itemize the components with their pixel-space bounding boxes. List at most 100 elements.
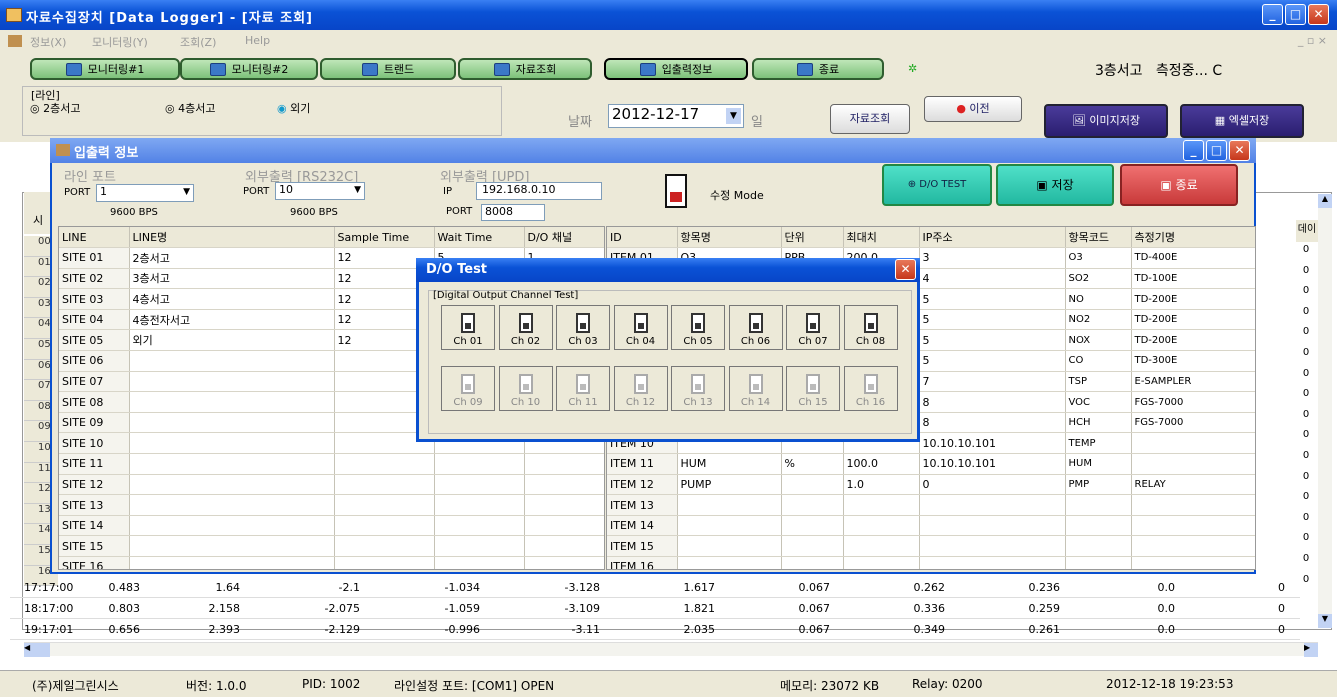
table-row[interactable]: SITE 13: [59, 494, 604, 516]
ext-rs-select[interactable]: 10 ▼: [275, 182, 365, 200]
data-row[interactable]: 18:17:00 0.803 2.158 -2.075 -1.059 -3.109 1.82…: [10, 599, 1300, 619]
do-channel-button[interactable]: Ch 04: [613, 305, 668, 350]
col-id[interactable]: ID: [607, 227, 678, 249]
io-save-button[interactable]: ▣ 저장: [996, 164, 1114, 206]
horizontal-scrollbar[interactable]: ◀ ▶: [24, 642, 1318, 657]
menu-help[interactable]: Help: [245, 34, 270, 47]
io-exit-button[interactable]: ▣ 종료: [1120, 164, 1238, 206]
do-channel-button[interactable]: Ch 14: [728, 366, 783, 411]
row-right-value: 0: [1302, 285, 1310, 297]
table-row[interactable]: ITEM 14: [607, 515, 1255, 537]
do-dialog-close-button[interactable]: ✕: [895, 259, 916, 280]
radio-2f[interactable]: ◎ 2층서고: [30, 100, 80, 116]
col-ip[interactable]: IP주소: [919, 227, 1066, 249]
line-port-select[interactable]: 1 ▼: [96, 184, 194, 202]
table-cell: SITE 06: [59, 350, 130, 372]
do-channel-button[interactable]: Ch 11: [556, 366, 610, 411]
ext-upd-ip-input[interactable]: 192.168.0.10: [476, 182, 602, 200]
io-maximize-button[interactable]: □: [1206, 140, 1227, 161]
col-sample-time[interactable]: Sample Time: [334, 227, 435, 249]
table-row[interactable]: SITE 14: [59, 515, 604, 537]
prev-button[interactable]: ● 이전: [924, 96, 1022, 122]
table-row[interactable]: ITEM 13: [607, 494, 1255, 516]
do-test-button[interactable]: ⊕ D/O TEST: [882, 164, 992, 206]
ext-upd-port-input[interactable]: 8008: [481, 204, 545, 221]
chevron-down-icon[interactable]: ▼: [726, 108, 741, 124]
table-row[interactable]: SITE 11: [59, 453, 604, 475]
scroll-right-icon[interactable]: ▶: [1304, 643, 1318, 657]
do-channel-button[interactable]: Ch 01: [441, 305, 495, 350]
table-row[interactable]: SITE 15: [59, 535, 604, 557]
table-cell: ITEM 12: [607, 474, 678, 496]
minimize-button[interactable]: _: [1262, 4, 1283, 25]
data-row[interactable]: 17:17:00 0.483 1.64 -2.1 -1.034 -3.128 1.617 0.…: [10, 578, 1300, 598]
row-right-value: 0: [1302, 244, 1310, 255]
col-max[interactable]: 최대치: [843, 227, 920, 249]
io-info-button[interactable]: 입출력정보: [604, 58, 748, 80]
table-cell: [1065, 494, 1132, 516]
query-button[interactable]: 자료조회: [830, 104, 910, 134]
trend-button[interactable]: 트랜드: [320, 58, 456, 80]
col-device-name[interactable]: 측정기명: [1131, 227, 1255, 249]
col-unit[interactable]: 단위: [781, 227, 844, 249]
exit-button[interactable]: 종료: [752, 58, 884, 80]
do-channel-button[interactable]: Ch 15: [786, 366, 840, 411]
row-right-value: 0: [1302, 449, 1310, 461]
table-cell: [524, 535, 604, 557]
do-channel-button[interactable]: Ch 09: [441, 366, 495, 411]
radio-outdoor[interactable]: ◉ 외기: [277, 100, 310, 116]
table-cell: TSP: [1065, 371, 1132, 393]
do-channel-button[interactable]: Ch 06: [728, 305, 783, 350]
data-cell: 0.336: [913, 602, 946, 615]
radio-4f[interactable]: ◎ 4층서고: [165, 100, 215, 116]
table-row[interactable]: SITE 12: [59, 474, 604, 496]
io-minimize-button[interactable]: _: [1183, 140, 1204, 161]
edit-mode-toggle[interactable]: [665, 174, 687, 208]
table-row[interactable]: ITEM 16: [607, 556, 1255, 569]
do-channel-button[interactable]: Ch 16: [843, 366, 898, 411]
scroll-down-icon[interactable]: ▼: [1318, 614, 1332, 628]
menu-info[interactable]: 정보(X): [30, 34, 66, 50]
do-channel-button[interactable]: Ch 10: [498, 366, 553, 411]
do-channel-button[interactable]: Ch 08: [843, 305, 898, 350]
col-line-name[interactable]: LINE명: [129, 227, 335, 249]
save-image-button[interactable]: 🖼 이미지저장: [1044, 104, 1168, 138]
vertical-scrollbar[interactable]: ▲ ▼: [1318, 194, 1332, 628]
col-line[interactable]: LINE: [59, 227, 130, 249]
col-item-name[interactable]: 항목명: [677, 227, 782, 249]
radio-icon: ◎: [165, 102, 175, 115]
do-channel-button[interactable]: Ch 13: [671, 366, 725, 411]
table-row[interactable]: ITEM 11 HUM% 100.0 10.10.10.101 HUM: [607, 453, 1255, 475]
table-row[interactable]: ITEM 15: [607, 535, 1255, 557]
monitoring2-button[interactable]: 모니터링#2: [180, 58, 318, 80]
do-channel-button[interactable]: Ch 03: [556, 305, 610, 350]
data-row[interactable]: 19:17:01 0.656 2.393 -2.129 -0.996 -3.11 2.035…: [10, 620, 1300, 640]
do-channel-button[interactable]: Ch 12: [613, 366, 668, 411]
io-close-button[interactable]: ✕: [1229, 140, 1250, 161]
col-wait-time[interactable]: Wait Time: [434, 227, 525, 249]
monitoring1-button[interactable]: 모니터링#1: [30, 58, 180, 80]
do-channel-button[interactable]: Ch 05: [671, 305, 725, 350]
scroll-up-icon[interactable]: ▲: [1318, 194, 1332, 208]
save-excel-button[interactable]: ▦ 엑셀저장: [1180, 104, 1304, 138]
table-cell: TD-200E: [1131, 288, 1255, 310]
row-right-value: 0: [1302, 511, 1310, 523]
status-company: (주)제일그린시스: [32, 679, 119, 693]
menu-query[interactable]: 조회(Z): [180, 34, 216, 50]
scroll-left-icon[interactable]: ◀: [24, 643, 50, 657]
data-query-button[interactable]: 자료조회: [458, 58, 592, 80]
close-button[interactable]: ✕: [1308, 4, 1329, 25]
menu-monitoring[interactable]: 모니터링(Y): [92, 34, 148, 50]
table-row[interactable]: ITEM 12 PUMP 1.0 0 PMP RELAY: [607, 474, 1255, 496]
col-do-channel[interactable]: D/O 채널: [524, 227, 604, 249]
do-channel-button[interactable]: Ch 07: [786, 305, 840, 350]
table-row[interactable]: SITE 16: [59, 556, 604, 569]
table-cell: [524, 556, 604, 569]
do-channel-button[interactable]: Ch 02: [498, 305, 553, 350]
maximize-button[interactable]: □: [1285, 4, 1306, 25]
date-picker[interactable]: 2012-12-17 ▼: [608, 104, 744, 128]
channel-label: Ch 06: [740, 336, 771, 347]
table-cell: [334, 556, 435, 569]
col-item-code[interactable]: 항목코드: [1065, 227, 1132, 249]
io-window-title: 입출력 정보: [74, 146, 139, 161]
